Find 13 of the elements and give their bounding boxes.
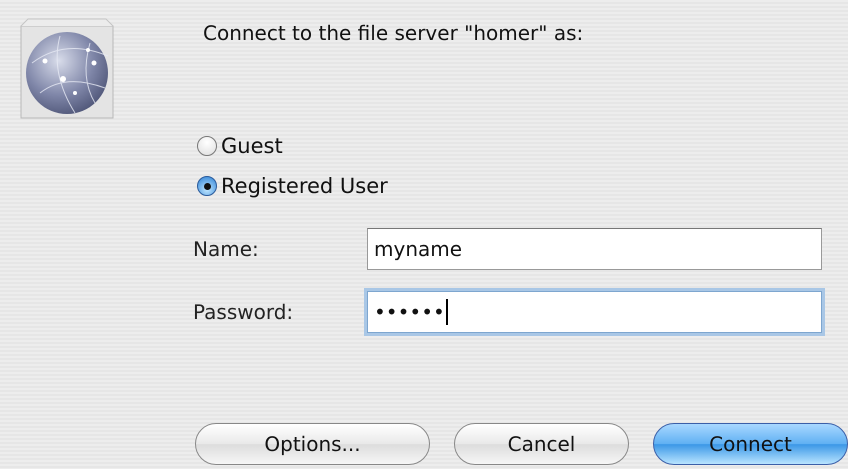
connect-button[interactable]: Connect xyxy=(653,423,848,465)
field-label: Name: xyxy=(193,237,260,261)
radio-button[interactable] xyxy=(197,136,217,156)
network-globe-icon xyxy=(20,18,114,119)
radio-label: Guest xyxy=(221,134,283,158)
field-label: Password: xyxy=(193,300,294,324)
dialog-button[interactable]: Options... xyxy=(195,423,430,465)
dialog-button[interactable]: Cancel xyxy=(454,423,629,465)
input-field[interactable]: •••••• xyxy=(367,291,822,333)
radio-label: Registered User xyxy=(221,174,388,198)
prompt-text: Connect to the file server "homer" as: xyxy=(203,21,584,47)
input-field[interactable]: myname xyxy=(367,228,822,270)
radio-button[interactable] xyxy=(197,176,217,196)
